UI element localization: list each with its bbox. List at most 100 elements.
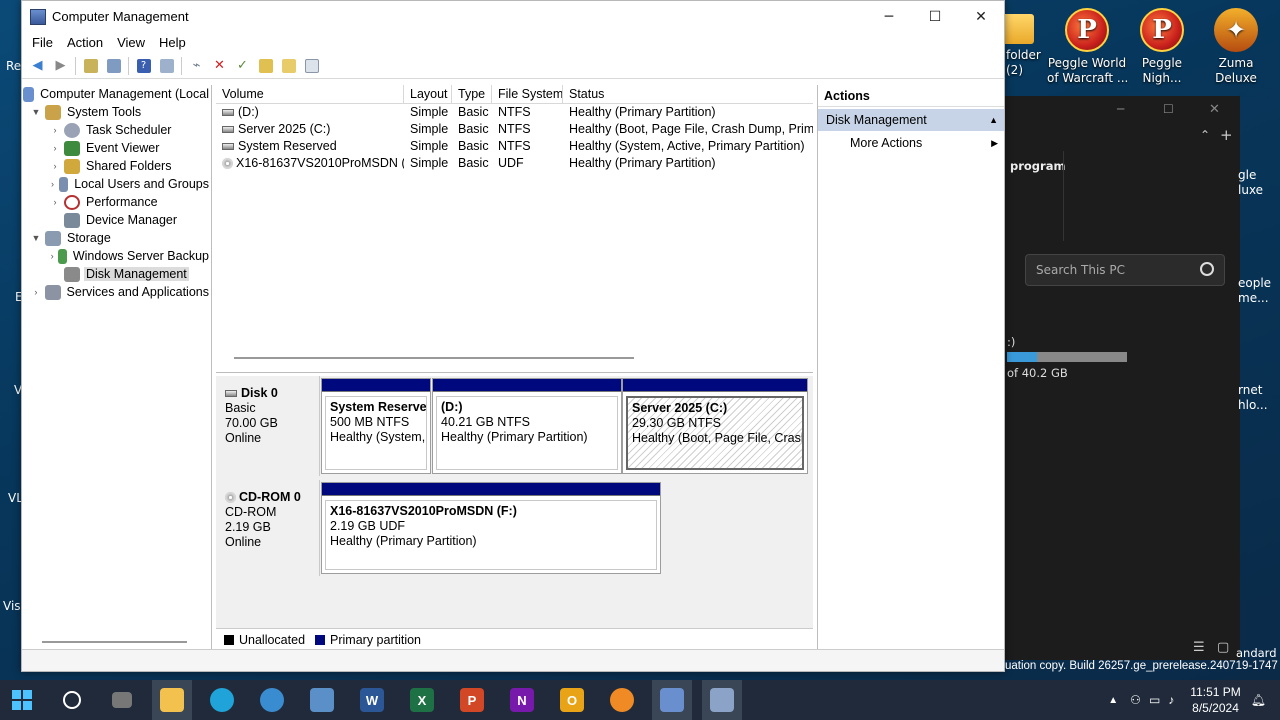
help-icon[interactable]: ?	[132, 55, 155, 77]
task-view-button[interactable]	[102, 680, 142, 720]
table-row[interactable]: Server 2025 (C:) Simple Basic NTFS Healt…	[216, 121, 813, 138]
taskbar-server-manager[interactable]	[302, 680, 342, 720]
partition-d[interactable]: (D:) 40.21 GB NTFS Healthy (Primary Part…	[432, 378, 622, 474]
tree-item-event-viewer[interactable]: › Event Viewer	[22, 139, 211, 157]
display-icon[interactable]: ▭	[1149, 693, 1160, 707]
partition-system-reserved[interactable]: System Reserved 500 MB NTFS Healthy (Sys…	[321, 378, 431, 474]
close-button[interactable]: ✕	[958, 1, 1004, 32]
title-bar[interactable]: Computer Management ─ ☐ ✕	[22, 1, 1004, 32]
column-header-status[interactable]: Status	[563, 85, 813, 103]
taskbar-powerpoint[interactable]: P	[452, 680, 492, 720]
server-icon	[310, 688, 334, 712]
services-icon	[44, 284, 61, 300]
expand-icon[interactable]: ›	[49, 251, 55, 261]
start-button[interactable]	[2, 680, 42, 720]
tree-item-computer-management[interactable]: Computer Management (Local	[22, 85, 211, 103]
expand-icon[interactable]: ›	[49, 197, 61, 207]
network-icon[interactable]: ⚇	[1130, 693, 1141, 707]
view-tiles-icon[interactable]: ▢	[1217, 640, 1229, 655]
tree-item-system-tools[interactable]: ▼ System Tools	[22, 103, 211, 121]
menu-bar: File Action View Help	[22, 32, 1004, 53]
table-row[interactable]: (D:) Simple Basic NTFS Healthy (Primary …	[216, 104, 813, 121]
minimize-button[interactable]: ─	[866, 1, 912, 32]
taskbar-edge[interactable]	[202, 680, 242, 720]
taskbar-excel[interactable]: X	[402, 680, 442, 720]
maximize-button[interactable]: ☐	[912, 1, 958, 32]
search-icon[interactable]	[1200, 262, 1214, 276]
drive-icon	[222, 109, 234, 117]
connect-icon[interactable]: ⌁	[185, 55, 208, 77]
taskbar-computer-management[interactable]	[652, 680, 692, 720]
clock[interactable]: 11:51 PM 8/5/2024	[1190, 684, 1240, 716]
taskbar-disk-tool[interactable]	[702, 680, 742, 720]
desktop-icon-peggle-nights[interactable]: P Peggle Nigh...	[1122, 8, 1202, 86]
column-header-volume[interactable]: Volume	[216, 85, 404, 103]
tree-item-device-manager[interactable]: Device Manager	[22, 211, 211, 229]
actions-header: Actions	[818, 85, 1004, 107]
delete-icon[interactable]: ✕	[208, 55, 231, 77]
column-header-type[interactable]: Type	[452, 85, 492, 103]
expand-icon[interactable]: ▼	[30, 233, 42, 243]
volume-icon[interactable]: ♪	[1168, 693, 1174, 707]
expand-icon[interactable]: ›	[49, 125, 61, 135]
table-row[interactable]: X16-81637VS2010ProMSDN (F:) Simple Basic…	[216, 155, 813, 172]
tree-item-shared-folders[interactable]: › Shared Folders	[22, 157, 211, 175]
desktop-icon-peggle-wow[interactable]: P Peggle World of Warcraft ...	[1047, 8, 1128, 86]
tree-item-performance[interactable]: › Performance	[22, 193, 211, 211]
view-details-icon[interactable]: ☰	[1193, 640, 1205, 655]
menu-action[interactable]: Action	[60, 35, 110, 50]
more-actions-item[interactable]: More Actions ▶	[818, 131, 1004, 155]
column-header-file-system[interactable]: File System	[492, 85, 563, 103]
disk-info[interactable]: CD-ROM 0 CD-ROM 2.19 GB Online	[216, 480, 320, 576]
folder-search-icon[interactable]	[277, 55, 300, 77]
partition-f[interactable]: X16-81637VS2010ProMSDN (F:) 2.19 GB UDF …	[321, 482, 661, 574]
back-icon[interactable]: ◀	[26, 55, 49, 77]
taskbar-file-explorer[interactable]	[152, 680, 192, 720]
desktop-icon-zuma[interactable]: ✦ Zuma Deluxe	[1196, 8, 1276, 86]
table-row[interactable]: System Reserved Simple Basic NTFS Health…	[216, 138, 813, 155]
menu-file[interactable]: File	[25, 35, 60, 50]
expand-icon[interactable]: ›	[49, 179, 56, 189]
expand-icon[interactable]: ›	[49, 143, 61, 153]
tree-item-disk-management[interactable]: Disk Management	[22, 265, 211, 283]
tree-item-services-applications[interactable]: › Services and Applications	[22, 283, 211, 301]
tree-item-local-users-groups[interactable]: › Local Users and Groups	[22, 175, 211, 193]
tree-item-storage[interactable]: ▼ Storage	[22, 229, 211, 247]
column-header-layout[interactable]: Layout	[404, 85, 452, 103]
check-icon[interactable]: ✓	[231, 55, 254, 77]
search-input[interactable]: Search This PC	[1025, 254, 1225, 286]
show-hide-tree-icon[interactable]	[102, 55, 125, 77]
taskbar-network[interactable]	[252, 680, 292, 720]
collapse-icon[interactable]: ⌃	[1200, 128, 1210, 142]
show-hidden-icons[interactable]: ▲	[1108, 695, 1118, 706]
taskbar-outlook[interactable]: O	[552, 680, 592, 720]
taskbar-basketball-app[interactable]	[602, 680, 642, 720]
partition-c[interactable]: Server 2025 (C:) 29.30 GB NTFS Healthy (…	[622, 378, 808, 474]
tree-item-task-scheduler[interactable]: › Task Scheduler	[22, 121, 211, 139]
tree-item-windows-server-backup[interactable]: › Windows Server Backup	[22, 247, 211, 265]
maximize-button[interactable]: ☐	[1163, 102, 1174, 116]
up-folder-icon[interactable]	[79, 55, 102, 77]
expand-icon[interactable]: ›	[30, 287, 42, 297]
horizontal-scrollbar[interactable]	[234, 357, 634, 359]
horizontal-scrollbar[interactable]	[42, 641, 187, 643]
taskbar-onenote[interactable]: N	[502, 680, 542, 720]
menu-view[interactable]: View	[110, 35, 152, 50]
minimize-button[interactable]: ─	[1117, 102, 1124, 116]
close-button[interactable]: ✕	[1209, 102, 1220, 117]
menu-help[interactable]: Help	[152, 35, 193, 50]
properties-icon[interactable]	[155, 55, 178, 77]
disk-info[interactable]: Disk 0 Basic 70.00 GB Online	[216, 376, 320, 476]
actions-section-disk-management[interactable]: Disk Management ▲	[818, 109, 1004, 131]
notification-bell-icon[interactable]: 🔔︎	[1251, 693, 1266, 707]
folder-up-icon[interactable]	[254, 55, 277, 77]
partition-status: Healthy (Primary Partition)	[441, 430, 588, 444]
collapse-up-icon[interactable]: ▲	[989, 109, 998, 131]
new-tab-icon[interactable]: +	[1220, 126, 1233, 144]
list-view-icon[interactable]	[300, 55, 323, 77]
expand-icon[interactable]: ›	[49, 161, 61, 171]
search-button[interactable]	[52, 680, 92, 720]
expand-icon[interactable]: ▼	[30, 107, 42, 117]
forward-icon[interactable]: ▶	[49, 55, 72, 77]
taskbar-word[interactable]: W	[352, 680, 392, 720]
